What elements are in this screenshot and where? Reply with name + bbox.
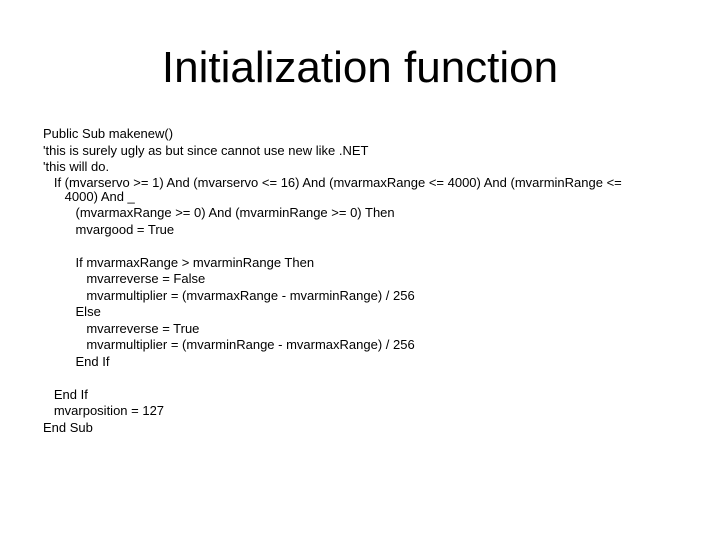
code-line: Else xyxy=(43,304,101,319)
code-line: mvarmultiplier = (mvarminRange - mvarmax… xyxy=(43,337,415,352)
code-line: End If xyxy=(43,386,88,402)
code-line: mvarreverse = True xyxy=(43,320,200,336)
code-line: mvarposition = 127 xyxy=(43,403,165,418)
code-line: If (mvarservo >= 1) And (mvarservo <= 16… xyxy=(43,174,622,190)
code-line: End Sub xyxy=(43,419,93,435)
code-line: mvargood = True xyxy=(43,221,175,237)
code-line: Public Sub makenew() xyxy=(43,126,174,141)
code-block: Public Sub makenew() 'this is surely ugl… xyxy=(43,126,703,436)
code-line: (mvarmaxRange >= 0) And (mvarminRange >=… xyxy=(43,205,395,220)
code-line: 'this will do. xyxy=(43,159,110,174)
code-line: 4000) And _ xyxy=(43,188,135,204)
code-line: End If xyxy=(43,353,110,369)
code-line: If mvarmaxRange > mvarminRange Then xyxy=(43,254,315,270)
code-line: mvarreverse = False xyxy=(43,271,206,286)
slide-title: Initialization function xyxy=(161,43,559,92)
code-line: mvarmultiplier = (mvarmaxRange - mvarmin… xyxy=(43,287,415,303)
code-line: 'this is surely ugly as but since cannot… xyxy=(43,142,369,158)
